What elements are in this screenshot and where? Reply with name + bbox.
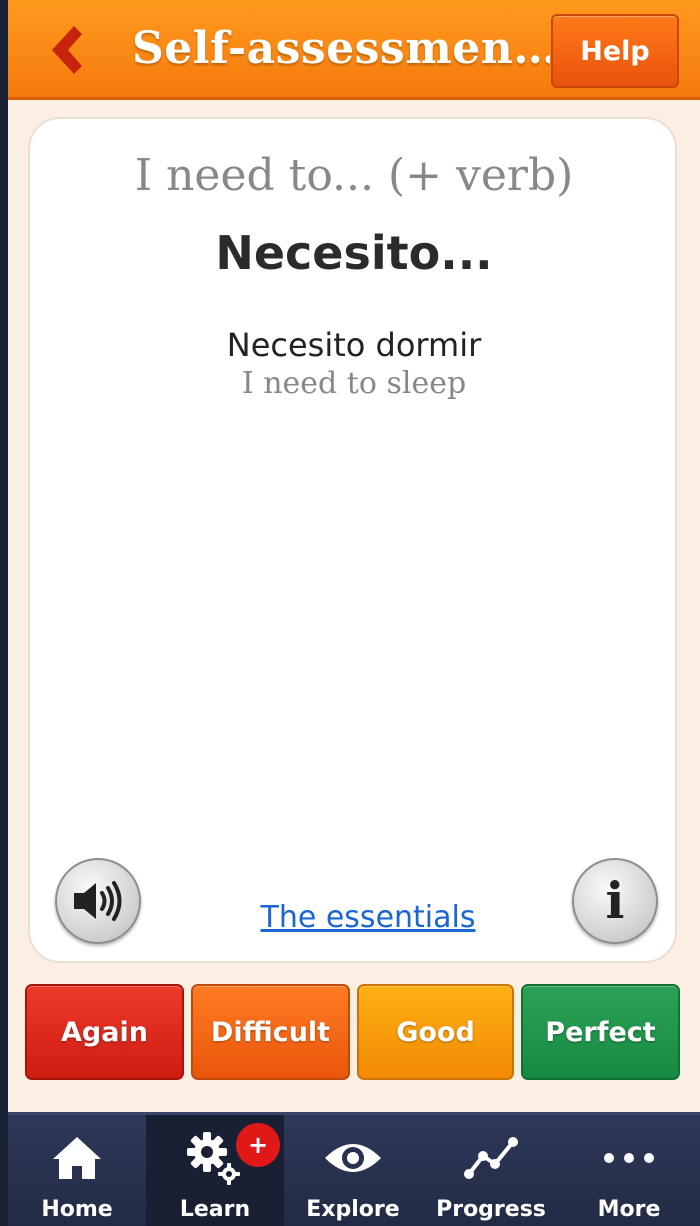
- difficult-button[interactable]: Difficult: [191, 984, 350, 1080]
- nav-label-progress: Progress: [436, 1197, 546, 1222]
- card-example: Necesito dormir: [226, 326, 482, 364]
- play-audio-button[interactable]: [55, 858, 141, 944]
- header-bar: Self-assessmen… Help: [8, 0, 700, 100]
- speaker-icon: [74, 881, 122, 921]
- nav-item-more[interactable]: More: [560, 1115, 698, 1226]
- back-button[interactable]: [36, 22, 92, 78]
- nav-item-explore[interactable]: Explore: [284, 1115, 422, 1226]
- nav-item-home[interactable]: Home: [8, 1115, 146, 1226]
- nav-label-explore: Explore: [306, 1197, 400, 1222]
- chevron-left-icon: [52, 26, 82, 74]
- info-button[interactable]: i: [572, 858, 658, 944]
- card-answer: Necesito...: [215, 226, 493, 280]
- help-button[interactable]: Help: [551, 14, 679, 88]
- eye-icon: [325, 1144, 381, 1172]
- progress-chart-icon: [464, 1137, 518, 1179]
- bottom-nav: Home + Learn Explore Progress More: [8, 1112, 700, 1226]
- app-frame: Self-assessmen… Help I need to... (+ ver…: [8, 0, 700, 1226]
- good-button[interactable]: Good: [357, 984, 514, 1080]
- card-prompt: I need to... (+ verb): [134, 150, 574, 201]
- nav-label-home: Home: [41, 1197, 113, 1222]
- nav-item-progress[interactable]: Progress: [422, 1115, 560, 1226]
- perfect-button[interactable]: Perfect: [521, 984, 680, 1080]
- more-dots-icon: [604, 1153, 654, 1163]
- page-title: Self-assessmen…: [132, 23, 550, 74]
- nav-label-learn: Learn: [179, 1197, 251, 1222]
- nav-item-learn[interactable]: + Learn: [146, 1115, 284, 1226]
- home-icon: [53, 1137, 101, 1179]
- again-button[interactable]: Again: [25, 984, 184, 1080]
- nav-label-more: More: [597, 1197, 661, 1222]
- card-example-translation: I need to sleep: [241, 366, 467, 401]
- info-icon: i: [605, 871, 625, 930]
- essentials-link[interactable]: The essentials: [258, 900, 478, 935]
- learn-badge: +: [236, 1123, 280, 1167]
